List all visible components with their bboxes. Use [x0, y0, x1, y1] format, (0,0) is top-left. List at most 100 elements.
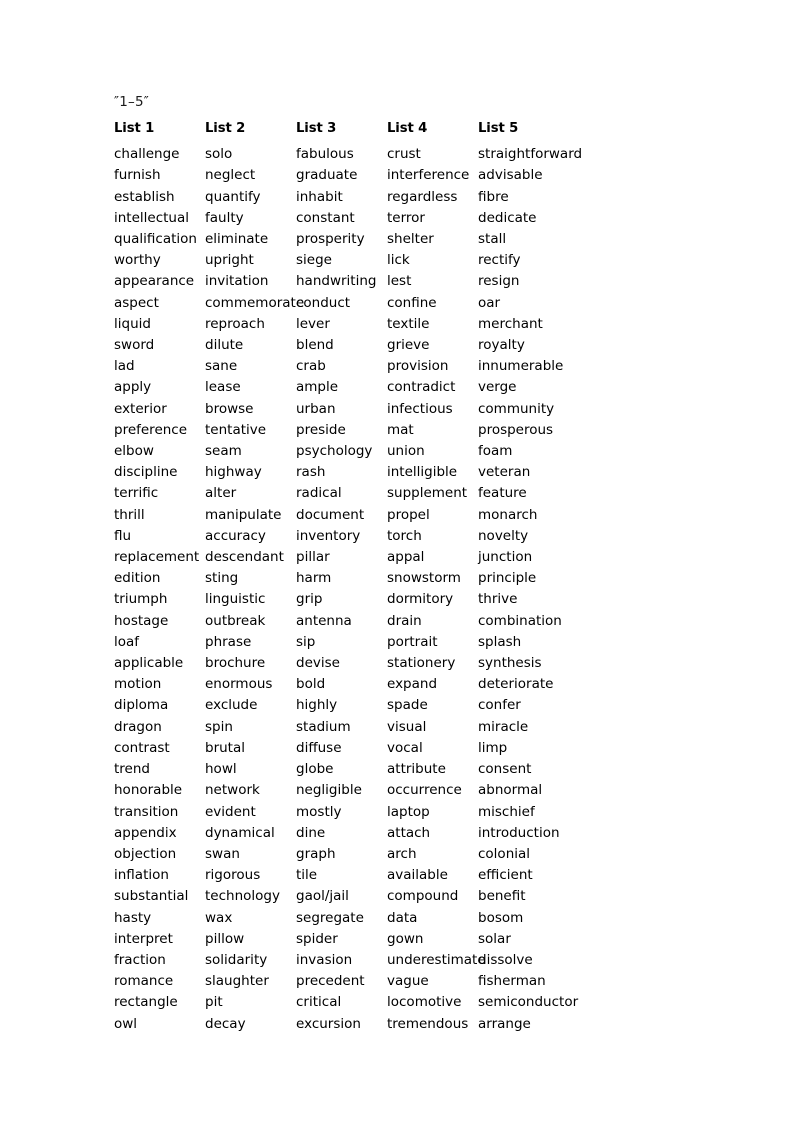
word-cell: shelter	[387, 229, 478, 250]
word-cell: sip	[296, 632, 387, 653]
word-cell: advisable	[478, 165, 674, 186]
word-text: evident	[205, 803, 256, 820]
word-cell: feature	[478, 483, 674, 504]
word-text: apply	[114, 379, 152, 396]
word-text: prosperity	[296, 231, 365, 248]
word-cell: motion	[114, 674, 205, 695]
word-text: bold	[296, 676, 326, 693]
word-cell: prosperous	[478, 420, 674, 441]
word-cell: dormitory	[387, 589, 478, 610]
column-header-list-1: List 1	[114, 121, 155, 136]
table-row: romance slaughter precedent vague fisherman	[114, 971, 674, 992]
word-cell: dissolve	[478, 950, 674, 971]
word-text: pillow	[205, 930, 245, 947]
word-text: dormitory	[387, 591, 454, 608]
word-text: highway	[205, 464, 262, 481]
word-cell: urban	[296, 399, 387, 420]
word-cell: tile	[296, 865, 387, 886]
word-text: commemorate	[205, 294, 305, 311]
word-text: expand	[387, 676, 438, 693]
word-text: available	[387, 867, 448, 884]
word-cell: monarch	[478, 505, 674, 526]
word-cell: introduction	[478, 823, 674, 844]
word-text: pit	[205, 994, 223, 1011]
word-cell: semiconductor	[478, 992, 674, 1013]
word-cell: globe	[296, 759, 387, 780]
word-text: motion	[114, 676, 162, 693]
word-cell: mostly	[296, 802, 387, 823]
word-cell: solo	[205, 144, 296, 165]
word-cell: deteriorate	[478, 674, 674, 695]
word-cell: handwriting	[296, 271, 387, 292]
word-text: handwriting	[296, 273, 377, 290]
word-cell: owl	[114, 1014, 205, 1035]
word-cell: triumph	[114, 589, 205, 610]
word-cell: flu	[114, 526, 205, 547]
word-cell: dedicate	[478, 208, 674, 229]
word-text: romance	[114, 973, 174, 990]
page-canvas: ″1–5″ List 1 List 2 List 3 List 4 List 5…	[0, 0, 793, 1122]
word-cell: straightforward	[478, 144, 674, 165]
word-text: decay	[205, 1015, 246, 1032]
word-cell: mat	[387, 420, 478, 441]
word-text: outbreak	[205, 612, 266, 629]
word-text: replacement	[114, 549, 200, 566]
word-text: rash	[296, 464, 326, 481]
word-cell: challenge	[114, 144, 205, 165]
word-text: gaol/jail	[296, 888, 349, 905]
table-row: appearance invitation handwriting lest resig…	[114, 271, 674, 292]
word-cell: grip	[296, 589, 387, 610]
word-cell: lick	[387, 250, 478, 271]
word-text: combination	[478, 612, 562, 629]
word-cell: interpret	[114, 929, 205, 950]
word-text: inhabit	[296, 188, 343, 205]
word-text: shelter	[387, 231, 434, 248]
word-text: diploma	[114, 697, 169, 714]
word-text: mat	[387, 421, 414, 438]
word-text: grip	[296, 591, 323, 608]
word-text: brutal	[205, 739, 245, 756]
word-text: dilute	[205, 337, 244, 354]
word-text: oar	[478, 294, 501, 311]
word-cell: locomotive	[387, 992, 478, 1013]
table-row: contrast brutal diffuse vocal limp	[114, 738, 674, 759]
word-text: edition	[114, 570, 161, 587]
word-text: sane	[205, 358, 238, 375]
word-text: innumerable	[478, 358, 564, 375]
word-text: rigorous	[205, 867, 261, 884]
word-text: arrange	[478, 1015, 531, 1032]
word-text: terror	[387, 209, 425, 226]
word-cell: exclude	[205, 695, 296, 716]
word-text: sting	[205, 570, 239, 587]
word-text: manipulate	[205, 506, 282, 523]
word-cell: dine	[296, 823, 387, 844]
word-text: resign	[478, 273, 520, 290]
word-text: confer	[478, 697, 521, 714]
word-cell: phrase	[205, 632, 296, 653]
word-text: inventory	[296, 527, 361, 544]
word-text: upright	[205, 252, 254, 269]
word-text: applicable	[114, 655, 184, 672]
word-cell: spin	[205, 717, 296, 738]
word-cell: pit	[205, 992, 296, 1013]
table-row: preference tentative preside mat prosperous	[114, 420, 674, 441]
word-cell: preside	[296, 420, 387, 441]
word-cell: visual	[387, 717, 478, 738]
table-row: motion enormous bold expand deteriorate	[114, 674, 674, 695]
word-cell: union	[387, 441, 478, 462]
word-text: hasty	[114, 909, 152, 926]
word-text: enormous	[205, 676, 273, 693]
word-text: wax	[205, 909, 233, 926]
word-text: benefit	[478, 888, 526, 905]
word-cell: colonial	[478, 844, 674, 865]
word-text: merchant	[478, 315, 543, 332]
word-cell: discipline	[114, 462, 205, 483]
word-cell: furnish	[114, 165, 205, 186]
word-cell: antenna	[296, 611, 387, 632]
table-row: honorable network negligible occurrence abno…	[114, 780, 674, 801]
word-cell: expand	[387, 674, 478, 695]
word-cell: constant	[296, 208, 387, 229]
word-text: diffuse	[296, 739, 342, 756]
word-cell: gown	[387, 929, 478, 950]
word-text: consent	[478, 761, 532, 778]
